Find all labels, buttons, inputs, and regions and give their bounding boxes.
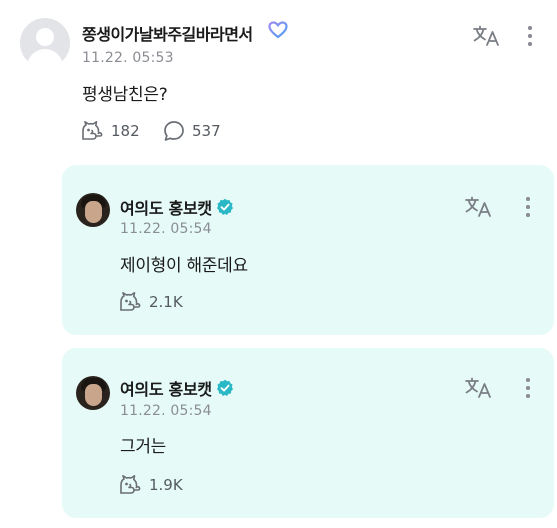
more-dot — [528, 34, 532, 38]
more-dot — [526, 394, 530, 398]
like-count: 2.1K — [149, 293, 183, 311]
reply-timestamp: 11.22. 05:54 — [120, 403, 212, 419]
default-avatar[interactable] — [20, 18, 70, 68]
avatar-face-shape — [85, 201, 102, 223]
reply-avatar[interactable] — [76, 376, 110, 410]
like-button[interactable]: 1.9K — [118, 474, 183, 496]
like-count: 1.9K — [149, 476, 183, 494]
translate-icon[interactable] — [472, 24, 502, 48]
like-button[interactable]: 182 — [80, 120, 140, 142]
reply-timestamp: 11.22. 05:54 — [120, 221, 212, 237]
post-text: 평생남친은? — [82, 85, 168, 105]
cat-paw-like-icon — [120, 475, 141, 494]
more-dot — [526, 213, 530, 217]
like-count: 182 — [111, 122, 140, 140]
reply-nickname-label: 여의도 홍보캣 — [120, 380, 212, 399]
like-button[interactable]: 2.1K — [118, 291, 183, 313]
more-vertical-icon[interactable] — [524, 197, 532, 221]
cat-paw-like-icon — [120, 292, 141, 311]
heart-outline-icon — [268, 21, 288, 39]
translate-icon[interactable] — [464, 376, 494, 400]
more-vertical-icon[interactable] — [526, 26, 534, 50]
more-dot — [526, 197, 530, 201]
post-nickname-label: 쫑생이가날봐주길바라면서 — [82, 25, 253, 44]
comment-count: 537 — [192, 122, 221, 140]
translate-icon[interactable] — [464, 195, 494, 219]
reply-card: 여의도 홍보캣 11.22. 05:54 그거는 1.9K — [62, 348, 554, 518]
reply-text: 제이형이 해준데요 — [120, 256, 248, 276]
reply-card: 여의도 홍보캣 11.22. 05:54 제이형이 해준데요 2.1K — [62, 165, 554, 335]
comment-post: 쫑생이가날봐주길바라면서 11.22. 05:53 평생남친은? 182 537 — [0, 0, 557, 160]
more-dot — [526, 205, 530, 209]
avatar-face-shape — [85, 384, 102, 406]
avatar-head-shape — [36, 28, 54, 46]
verified-badge-icon — [216, 198, 233, 215]
reply-nickname[interactable]: 여의도 홍보캣 — [120, 195, 234, 219]
speech-bubble-icon — [164, 121, 184, 141]
cat-paw-like-icon — [82, 121, 103, 140]
more-dot — [526, 386, 530, 390]
verified-badge-icon — [216, 379, 233, 396]
more-vertical-icon[interactable] — [524, 378, 532, 402]
reply-avatar[interactable] — [76, 193, 110, 227]
avatar-shoulders-shape — [27, 49, 63, 68]
more-dot — [528, 26, 532, 30]
post-timestamp: 11.22. 05:53 — [82, 50, 174, 66]
post-nickname[interactable]: 쫑생이가날봐주길바라면서 — [82, 21, 288, 45]
more-dot — [528, 42, 532, 46]
reply-text: 그거는 — [120, 437, 167, 457]
reply-nickname[interactable]: 여의도 홍보캣 — [120, 376, 234, 400]
more-dot — [526, 378, 530, 382]
comment-button[interactable]: 537 — [163, 120, 221, 142]
reply-nickname-label: 여의도 홍보캣 — [120, 199, 212, 218]
